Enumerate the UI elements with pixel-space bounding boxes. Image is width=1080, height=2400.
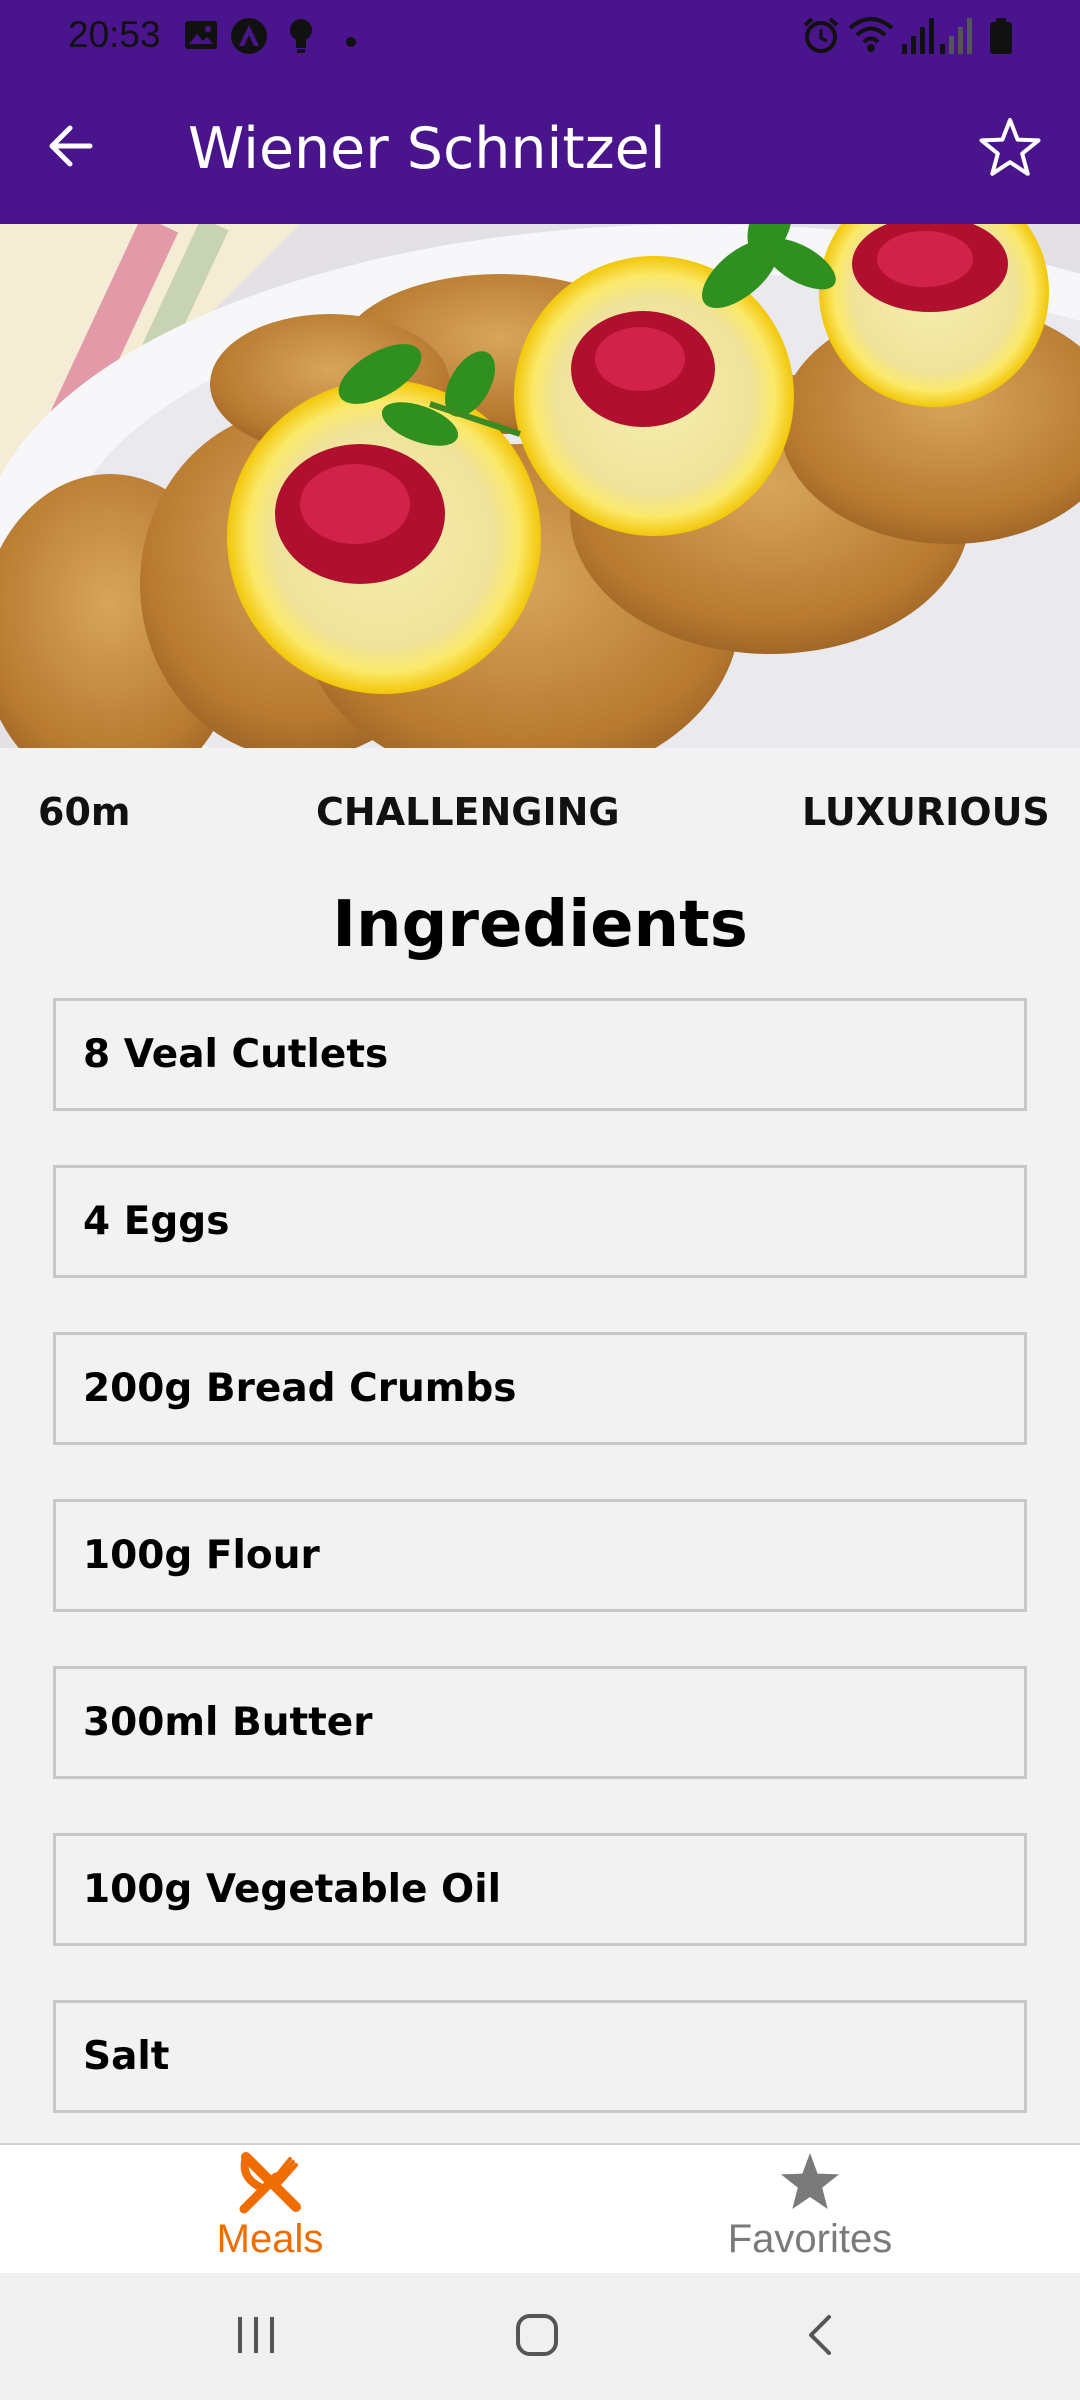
list-item: 8 Veal Cutlets — [53, 998, 1027, 1111]
star-outline-icon — [978, 117, 1042, 183]
app-notification-icon — [230, 17, 268, 59]
tab-favorites-label: Favorites — [727, 2217, 893, 2261]
meal-details-row: 60m CHALLENGING LUXURIOUS — [0, 780, 1080, 850]
wifi-icon — [848, 16, 894, 58]
arrow-back-icon — [46, 124, 94, 172]
favorite-button[interactable] — [970, 110, 1050, 190]
system-back-button[interactable] — [780, 2307, 860, 2367]
back-icon — [805, 2313, 835, 2361]
list-item: Salt — [53, 2000, 1027, 2113]
bulb-icon — [288, 18, 314, 58]
ingredients-title: Ingredients — [332, 888, 748, 962]
alarm-icon — [802, 16, 840, 58]
meal-image — [0, 224, 1080, 748]
signal-icon — [902, 16, 936, 58]
app-bar: Wiener Schnitzel — [0, 74, 1080, 224]
dot-icon — [346, 32, 356, 51]
bottom-navigation: Meals Favorites — [0, 2143, 1080, 2275]
tab-favorites[interactable]: Favorites — [540, 2145, 1080, 2275]
complexity-text: CHALLENGING — [316, 790, 620, 834]
affordability-text: LUXURIOUS — [802, 790, 1050, 834]
list-item: 100g Vegetable Oil — [53, 1833, 1027, 1946]
star-icon — [778, 2151, 842, 2215]
tab-meals[interactable]: Meals — [0, 2145, 540, 2275]
back-button[interactable] — [30, 112, 110, 184]
status-bar: 20:53 — [0, 0, 1080, 74]
list-item: 300ml Butter — [53, 1666, 1027, 1779]
status-time: 20:53 — [68, 14, 161, 55]
system-navigation-bar — [0, 2273, 1080, 2400]
recents-button[interactable] — [216, 2307, 296, 2367]
ingredients-list: 8 Veal Cutlets 4 Eggs 200g Bread Crumbs … — [53, 998, 1027, 2167]
home-icon — [515, 2313, 559, 2361]
tab-meals-label: Meals — [216, 2217, 324, 2261]
list-item: 200g Bread Crumbs — [53, 1332, 1027, 1445]
recents-icon — [234, 2315, 278, 2359]
list-item: 4 Eggs — [53, 1165, 1027, 1278]
fork-knife-icon — [238, 2151, 302, 2215]
gallery-icon — [184, 20, 218, 54]
home-button[interactable] — [497, 2307, 577, 2367]
battery-icon — [990, 18, 1012, 58]
duration-text: 60m — [38, 790, 131, 834]
page-title: Wiener Schnitzel — [188, 116, 666, 182]
signal-icon — [940, 16, 974, 58]
list-item: 100g Flour — [53, 1499, 1027, 1612]
